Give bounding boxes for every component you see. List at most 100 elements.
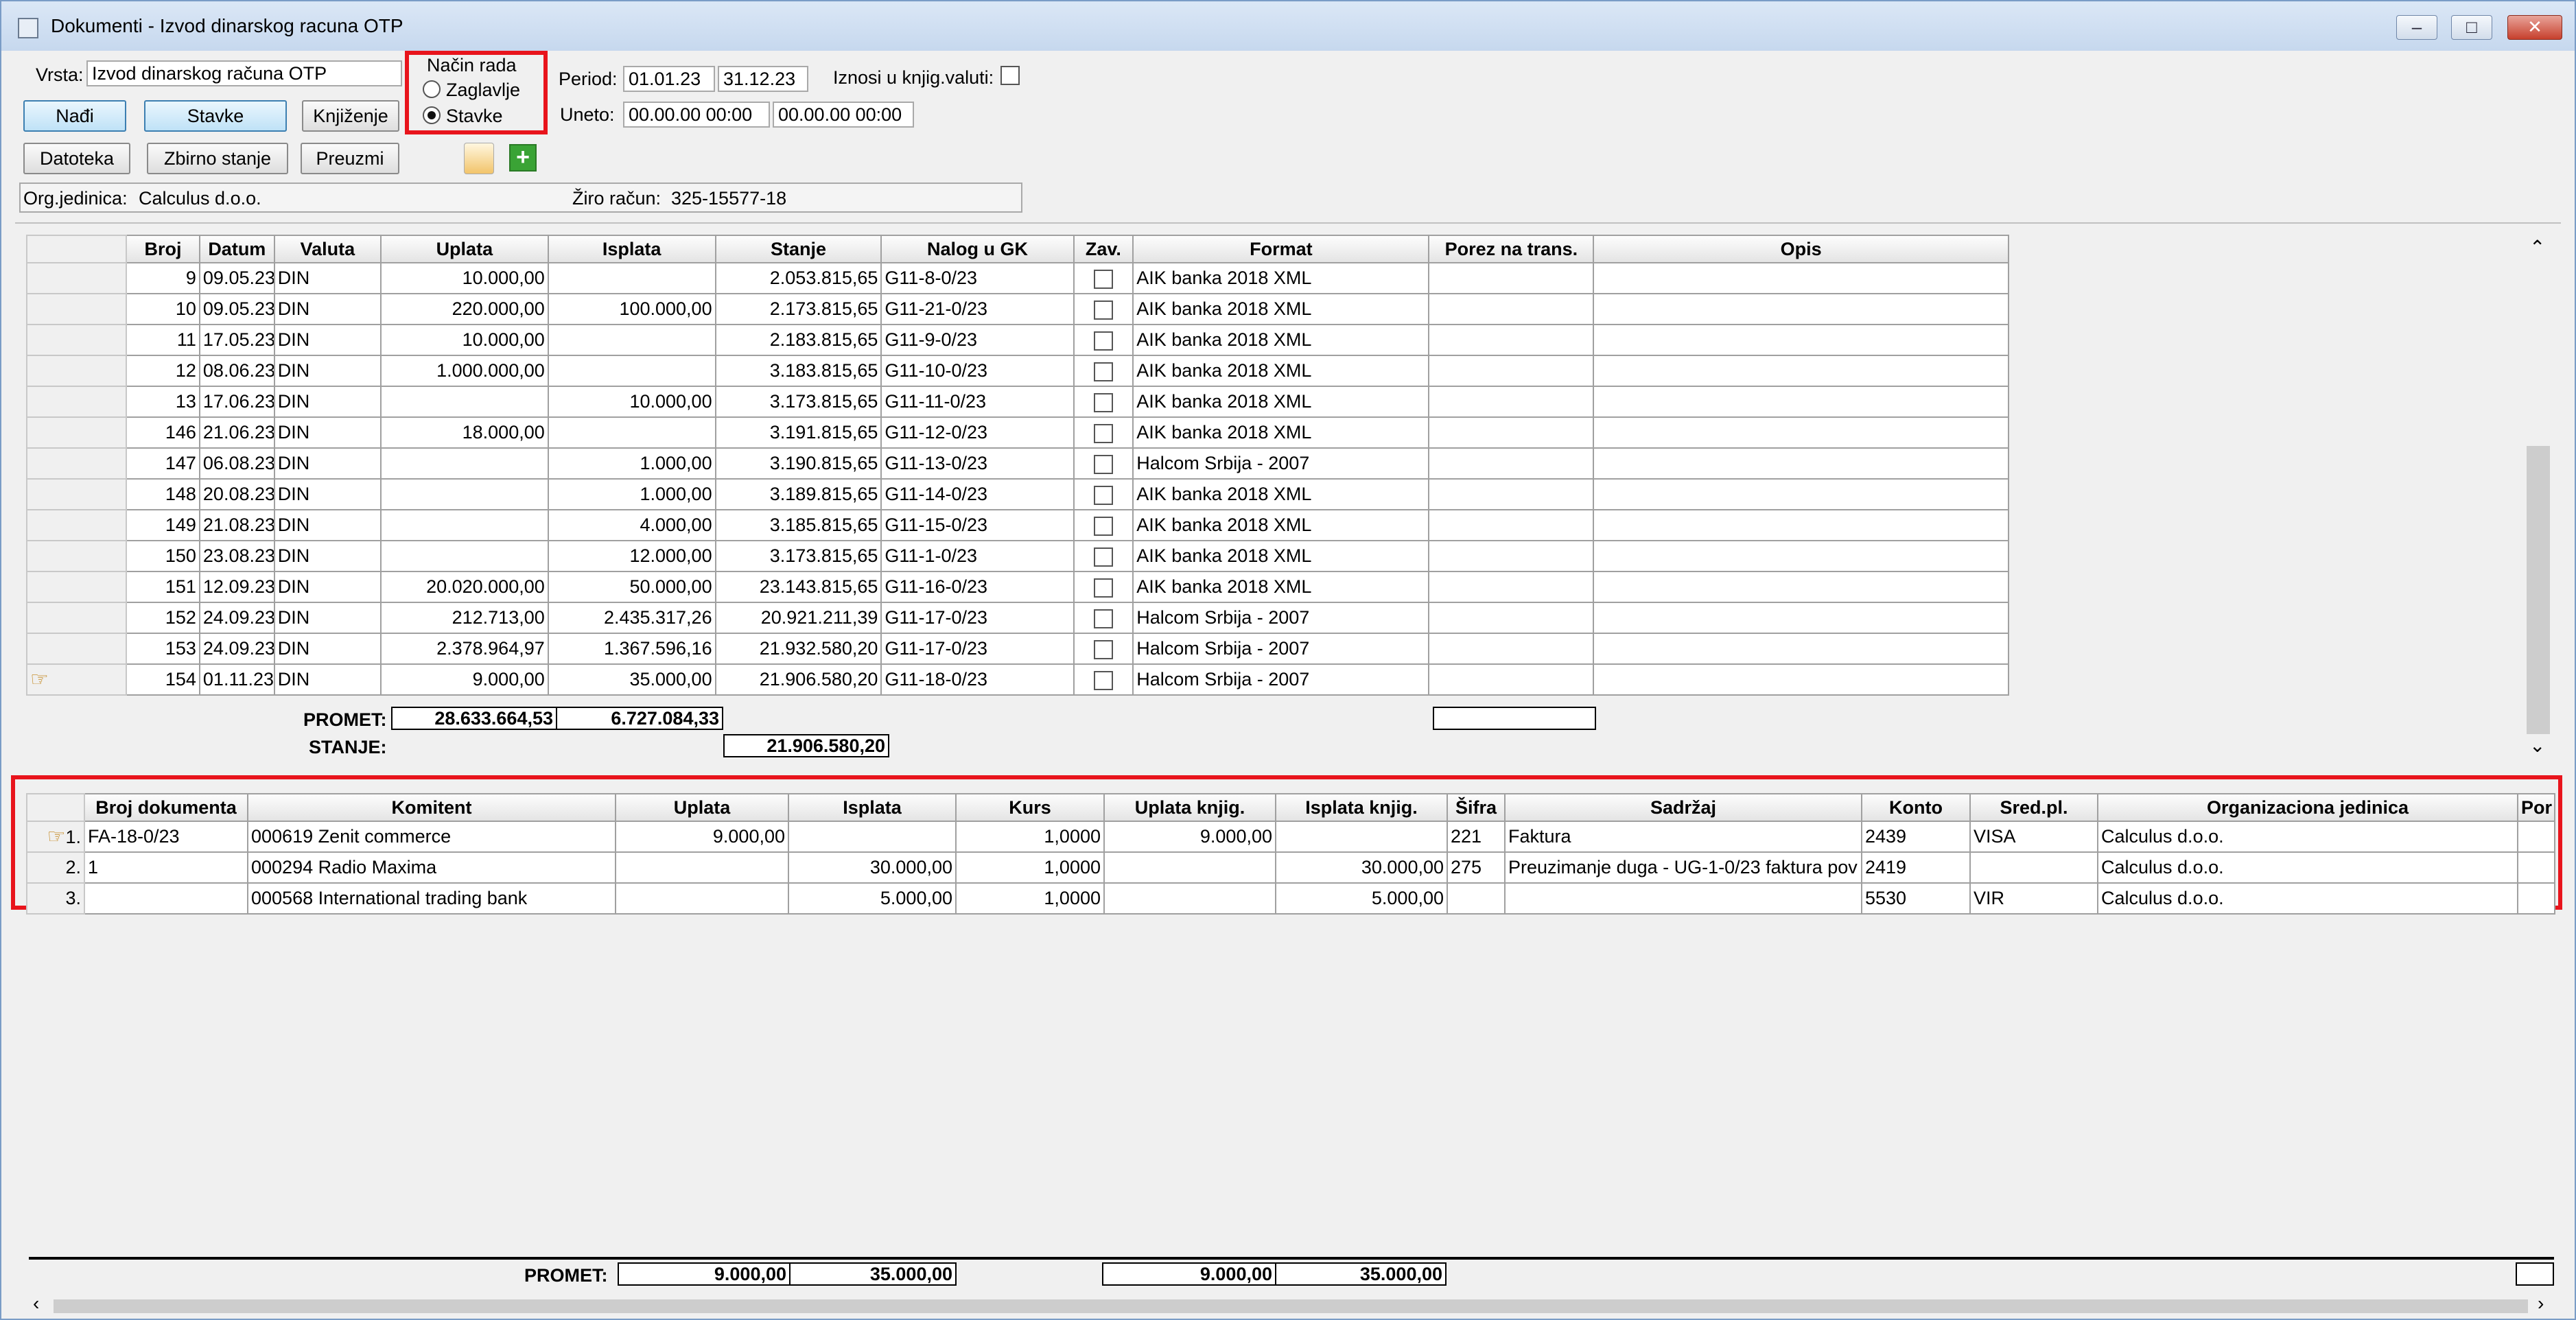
table-cell[interactable] bbox=[1593, 509, 2009, 541]
table-cell[interactable] bbox=[1428, 355, 1595, 387]
table-cell[interactable]: G11-15-0/23 bbox=[880, 509, 1075, 541]
zav-checkbox[interactable] bbox=[1093, 516, 1113, 536]
stavka-row[interactable]: 2. 1 000294 Radio Maxima 30.000,00 1,0000 30.… bbox=[26, 851, 2555, 884]
table-cell[interactable] bbox=[1428, 324, 1595, 356]
table-cell[interactable] bbox=[1593, 663, 2009, 696]
table-cell[interactable]: 01.11.23 bbox=[198, 663, 275, 696]
table-cell[interactable]: 3.173.815,65 bbox=[714, 386, 882, 418]
col-header[interactable]: Isplata bbox=[547, 235, 716, 263]
table-cell[interactable]: 220.000,00 bbox=[379, 293, 549, 325]
table-cell[interactable]: 2.378.964,97 bbox=[379, 633, 549, 665]
table-cell[interactable] bbox=[379, 386, 549, 418]
stavka-cell[interactable]: 000294 Radio Maxima bbox=[247, 851, 616, 884]
table-cell[interactable]: 3.190.815,65 bbox=[714, 447, 882, 480]
col-header[interactable]: Stanje bbox=[714, 235, 882, 263]
zav-checkbox[interactable] bbox=[1093, 269, 1113, 289]
table-cell[interactable]: AIK banka 2018 XML bbox=[1132, 262, 1430, 294]
stavka-cell[interactable]: 000619 Zenit commerce bbox=[247, 821, 616, 853]
table-cell[interactable]: 23.08.23 bbox=[198, 540, 275, 572]
table-cell[interactable]: 1.000.000,00 bbox=[379, 355, 549, 387]
table-cell[interactable]: 154 bbox=[126, 663, 200, 696]
table-cell[interactable]: 21.932.580,20 bbox=[714, 633, 882, 665]
zav-checkbox-cell[interactable] bbox=[1073, 416, 1134, 449]
table-cell[interactable]: DIN bbox=[273, 663, 382, 696]
stavke-button[interactable]: Stavke bbox=[144, 100, 287, 132]
table-cell[interactable]: 4.000,00 bbox=[547, 509, 716, 541]
uneto-from-field[interactable]: 00.00.00 00:00 bbox=[623, 102, 770, 128]
table-cell[interactable]: Halcom Srbija - 2007 bbox=[1132, 602, 1430, 634]
table-cell[interactable] bbox=[1593, 262, 2009, 294]
stavka-cell[interactable]: 000568 International trading bank bbox=[247, 882, 616, 915]
preuzmi-button[interactable]: Preuzmi bbox=[301, 143, 399, 174]
table-cell[interactable]: 9 bbox=[126, 262, 200, 294]
stavka-cell[interactable]: 9.000,00 bbox=[1103, 821, 1276, 853]
table-row[interactable]: 149 21.08.23 DIN 4.000,00 3.185.815,65 G11-15… bbox=[25, 509, 2009, 541]
table-cell[interactable] bbox=[547, 262, 716, 294]
table-cell[interactable] bbox=[1593, 540, 2009, 572]
zav-checkbox-cell[interactable] bbox=[1073, 663, 1134, 696]
table-cell[interactable]: G11-8-0/23 bbox=[880, 262, 1075, 294]
zav-checkbox-cell[interactable] bbox=[1073, 293, 1134, 325]
zav-checkbox-cell[interactable] bbox=[1073, 633, 1134, 665]
table-cell[interactable]: G11-21-0/23 bbox=[880, 293, 1075, 325]
stavka-cell[interactable]: 1,0000 bbox=[955, 882, 1105, 915]
stavka-cell[interactable] bbox=[84, 882, 248, 915]
table-cell[interactable] bbox=[1593, 633, 2009, 665]
stavka-cell[interactable] bbox=[1103, 882, 1276, 915]
col-header[interactable]: Konto bbox=[1861, 793, 1971, 822]
zav-checkbox-cell[interactable] bbox=[1073, 355, 1134, 387]
hscroll-thumb[interactable] bbox=[54, 1299, 2528, 1313]
col-header[interactable]: Valuta bbox=[273, 235, 382, 263]
table-cell[interactable]: AIK banka 2018 XML bbox=[1132, 571, 1430, 603]
stavka-cell[interactable] bbox=[1969, 851, 2098, 884]
table-cell[interactable]: 35.000,00 bbox=[547, 663, 716, 696]
row-indicator[interactable] bbox=[25, 478, 128, 510]
table-cell[interactable]: 06.08.23 bbox=[198, 447, 275, 480]
table-cell[interactable]: 1.000,00 bbox=[547, 447, 716, 480]
col-header[interactable]: Opis bbox=[1593, 235, 2009, 263]
datoteka-button[interactable]: Datoteka bbox=[23, 143, 130, 174]
row-indicator[interactable] bbox=[25, 633, 128, 665]
scroll-down-icon[interactable]: ⌄ bbox=[2529, 734, 2545, 757]
uneto-to-field[interactable]: 00.00.00 00:00 bbox=[773, 102, 914, 128]
stavka-cell[interactable] bbox=[788, 821, 957, 853]
zav-checkbox[interactable] bbox=[1093, 609, 1113, 628]
table-cell[interactable] bbox=[1428, 633, 1595, 665]
maximize-button[interactable]: □ bbox=[2451, 15, 2492, 40]
stavka-cell[interactable]: 1,0000 bbox=[955, 821, 1105, 853]
row-indicator[interactable] bbox=[25, 355, 128, 387]
close-button[interactable]: ✕ bbox=[2507, 15, 2562, 40]
table-cell[interactable]: 1.000,00 bbox=[547, 478, 716, 510]
row-indicator[interactable] bbox=[25, 602, 128, 634]
stavka-row[interactable]: 3. 000568 International trading bank 5.000… bbox=[26, 882, 2555, 915]
table-cell[interactable]: 17.06.23 bbox=[198, 386, 275, 418]
stavka-cell[interactable]: Faktura bbox=[1504, 821, 1862, 853]
row-index[interactable]: ☞1. bbox=[26, 821, 85, 853]
stavka-cell[interactable]: 5.000,00 bbox=[788, 882, 957, 915]
table-row[interactable]: 11 17.05.23 DIN 10.000,00 2.183.815,65 G11-9-… bbox=[25, 324, 2009, 356]
table-cell[interactable]: G11-10-0/23 bbox=[880, 355, 1075, 387]
row-index[interactable]: 2. bbox=[26, 851, 85, 884]
table-cell[interactable]: 3.189.815,65 bbox=[714, 478, 882, 510]
zav-checkbox[interactable] bbox=[1093, 454, 1113, 474]
table-cell[interactable] bbox=[379, 509, 549, 541]
table-cell[interactable] bbox=[1428, 509, 1595, 541]
table-cell[interactable] bbox=[1593, 324, 2009, 356]
col-header[interactable]: Isplata knjig. bbox=[1275, 793, 1448, 822]
table-cell[interactable]: 3.185.815,65 bbox=[714, 509, 882, 541]
table-cell[interactable]: Halcom Srbija - 2007 bbox=[1132, 663, 1430, 696]
zav-checkbox-cell[interactable] bbox=[1073, 478, 1134, 510]
table-cell[interactable]: 17.05.23 bbox=[198, 324, 275, 356]
main-scrollbar[interactable]: ⌃ ⌄ bbox=[2524, 233, 2554, 762]
table-cell[interactable]: 152 bbox=[126, 602, 200, 634]
zav-checkbox[interactable] bbox=[1093, 362, 1113, 381]
table-cell[interactable]: 10.000,00 bbox=[379, 262, 549, 294]
zav-checkbox[interactable] bbox=[1093, 639, 1113, 659]
stavka-cell[interactable]: Calculus d.o.o. bbox=[2097, 882, 2518, 915]
col-header[interactable]: Uplata knjig. bbox=[1103, 793, 1276, 822]
stavka-cell[interactable] bbox=[2517, 882, 2555, 915]
scroll-right-icon[interactable]: › bbox=[2538, 1293, 2544, 1315]
table-cell[interactable]: DIN bbox=[273, 602, 382, 634]
zav-checkbox[interactable] bbox=[1093, 547, 1113, 567]
scroll-thumb[interactable] bbox=[2527, 446, 2550, 734]
